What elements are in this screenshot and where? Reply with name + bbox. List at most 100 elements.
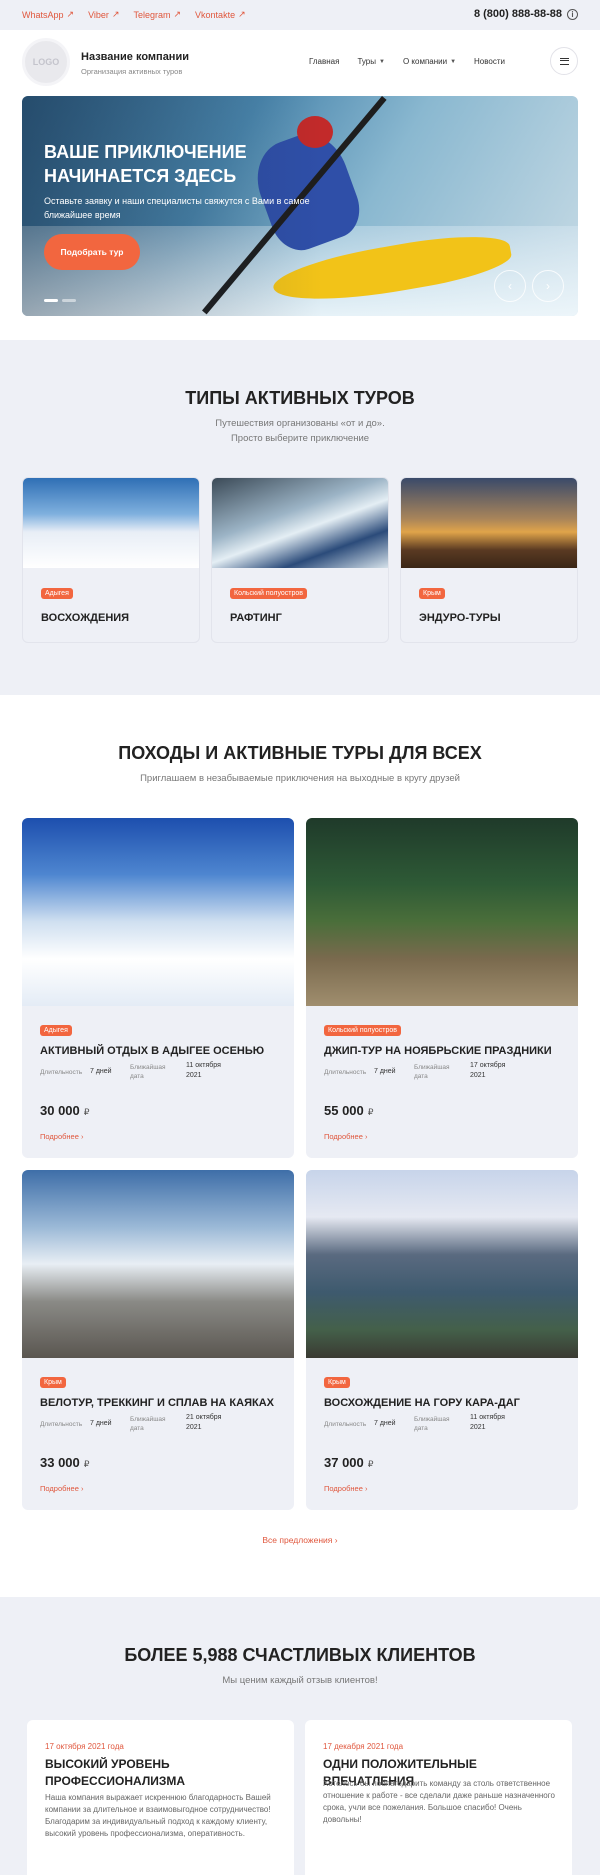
tour-image (306, 818, 578, 1006)
external-arrow-icon: ↗ (173, 9, 182, 19)
type-image-rafting (212, 478, 388, 568)
tour-card[interactable]: Крым ВЕЛОТУР, ТРЕККИНГ И СПЛАВ НА КАЯКАХ… (22, 1170, 294, 1510)
tour-image (306, 1170, 578, 1358)
messenger-links: WhatsApp ↗ Viber ↗ Telegram ↗ Vkontakte ↗ (22, 9, 246, 20)
region-badge: Кольский полуостров (230, 588, 308, 599)
tours-section: ПОХОДЫ И АКТИВНЫЕ ТУРЫ ДЛЯ ВСЕХ Приглаша… (0, 695, 600, 1595)
review-card: 17 декабря 2021 года ОДНИ ПОЛОЖИТЕЛЬНЫЕ … (305, 1720, 572, 1875)
date-value: 17 октября (470, 1062, 506, 1069)
region-badge: Адыгея (40, 1025, 72, 1036)
tour-types-section: ТИПЫ АКТИВНЫХ ТУРОВ Путешествия организо… (0, 340, 600, 695)
external-arrow-icon: ↗ (111, 9, 120, 19)
vkontakte-link[interactable]: Vkontakte ↗ (195, 9, 246, 20)
date-label: Ближайшая (130, 1064, 166, 1071)
date-year: 2021 (186, 1424, 202, 1431)
chevron-right-icon: › (365, 1484, 368, 1493)
type-card-climbing[interactable]: Адыгея ВОСХОЖДЕНИЯ (22, 477, 200, 643)
reviews-title: БОЛЕЕ 5,988 СЧАСТЛИВЫХ КЛИЕНТОВ (124, 1645, 476, 1665)
hamburger-icon (559, 57, 569, 65)
type-image-enduro (401, 478, 577, 568)
slider-dot[interactable] (62, 299, 76, 302)
more-link[interactable]: Подробнее › (40, 1484, 84, 1493)
phone-number[interactable]: 8 (800) 888-88-88 (474, 8, 562, 20)
type-card-rafting[interactable]: Кольский полуостров РАФТИНГ (211, 477, 389, 643)
duration-label: Длительность (324, 1421, 367, 1428)
type-image-climbing (23, 478, 199, 568)
external-arrow-icon: ↗ (238, 9, 246, 19)
reviews-subtitle: Мы ценим каждый отзыв клиентов! (222, 1675, 378, 1686)
telegram-link[interactable]: Telegram ↗ (133, 9, 181, 20)
tour-price: 37 000 ₽ (324, 1455, 374, 1470)
type-name: ЭНДУРО-ТУРЫ (419, 612, 501, 624)
chevron-left-icon: ‹ (508, 279, 512, 293)
info-icon[interactable]: i (567, 9, 578, 20)
tour-name[interactable]: АКТИВНЫЙ ОТДЫХ В АДЫГЕЕ ОСЕНЬЮ (40, 1045, 285, 1057)
main-nav: Главная Туры ▼ О компании ▼ Новости (309, 57, 505, 66)
choose-tour-button[interactable]: Подобрать тур (44, 234, 140, 270)
region-badge: Крым (40, 1377, 66, 1388)
review-text: Хотелось бы поблагодарить команду за сто… (323, 1779, 555, 1824)
viber-link[interactable]: Viber ↗ (88, 9, 119, 20)
chevron-right-icon: › (334, 1535, 338, 1545)
date-label: дата (414, 1073, 428, 1080)
date-label: дата (414, 1425, 428, 1432)
region-badge: Кольский полуостров (324, 1025, 402, 1036)
tour-types-subtitle-1: Путешествия организованы «от и до». (215, 418, 385, 429)
more-link[interactable]: Подробнее › (324, 1484, 368, 1493)
tour-card[interactable]: Кольский полуостров ДЖИП-ТУР НА НОЯБРЬСК… (306, 818, 578, 1158)
duration-label: Длительность (40, 1421, 83, 1428)
date-label: дата (130, 1073, 144, 1080)
chevron-down-icon: ▼ (379, 58, 385, 65)
menu-button[interactable] (550, 47, 578, 75)
tours-title: ПОХОДЫ И АКТИВНЫЕ ТУРЫ ДЛЯ ВСЕХ (118, 743, 482, 763)
nav-item-home[interactable]: Главная (309, 57, 339, 66)
all-offers-link[interactable]: Все предложения › (0, 1535, 600, 1545)
type-card-enduro[interactable]: Крым ЭНДУРО-ТУРЫ (400, 477, 578, 643)
duration-value: 7 дней (90, 1420, 112, 1427)
nav-item-news[interactable]: Новости (474, 57, 505, 66)
duration-value: 7 дней (90, 1068, 112, 1075)
duration-value: 7 дней (374, 1420, 396, 1427)
slider-pagination (44, 299, 76, 302)
slider-next-button[interactable]: › (532, 270, 564, 302)
slider-prev-button[interactable]: ‹ (494, 270, 526, 302)
tour-types-subtitle-2: Просто выберите приключение (230, 433, 370, 444)
more-link[interactable]: Подробнее › (40, 1132, 84, 1141)
tour-image (22, 1170, 294, 1358)
tour-name[interactable]: ДЖИП-ТУР НА НОЯБРЬСКИЕ ПРАЗДНИКИ (324, 1045, 569, 1057)
review-title: ВЫСОКИЙ УРОВЕНЬ ПРОФЕССИОНАЛИЗМА (45, 1757, 186, 1788)
nav-item-tours[interactable]: Туры ▼ (357, 57, 385, 66)
currency-symbol: ₽ (367, 1107, 374, 1117)
nav-item-about[interactable]: О компании ▼ (403, 57, 456, 66)
logo[interactable]: LOGO (22, 38, 70, 86)
review-text: Наша компания выражает искреннюю благода… (45, 1793, 271, 1838)
more-link[interactable]: Подробнее › (324, 1132, 368, 1141)
date-year: 2021 (186, 1072, 202, 1079)
region-badge: Крым (324, 1377, 350, 1388)
tour-types-title: ТИПЫ АКТИВНЫХ ТУРОВ (185, 388, 415, 408)
tour-name[interactable]: ВОСХОЖДЕНИЕ НА ГОРУ КАРА-ДАГ (324, 1397, 569, 1409)
region-badge: Адыгея (41, 588, 73, 599)
whatsapp-link[interactable]: WhatsApp ↗ (22, 9, 74, 20)
region-badge: Крым (419, 588, 445, 599)
date-label: Ближайшая (130, 1416, 166, 1423)
slider-dot[interactable] (44, 299, 58, 302)
date-year: 2021 (470, 1072, 486, 1079)
hero-subtitle: Оставьте заявку и наши специалисты свяжу… (44, 196, 310, 220)
date-value: 11 октября (470, 1414, 505, 1421)
chevron-right-icon: › (81, 1132, 84, 1141)
chevron-right-icon: › (546, 279, 550, 293)
review-date: 17 декабря 2021 года (323, 1742, 404, 1751)
site-header: LOGO Название компании Организация актив… (0, 30, 600, 94)
duration-label: Длительность (40, 1069, 83, 1076)
type-name: ВОСХОЖДЕНИЯ (41, 612, 130, 624)
date-value: 21 октября (186, 1414, 222, 1421)
chevron-right-icon: › (81, 1484, 84, 1493)
currency-symbol: ₽ (367, 1459, 374, 1469)
company-name: Название компании (81, 51, 189, 63)
tour-card[interactable]: Крым ВОСХОЖДЕНИЕ НА ГОРУ КАРА-ДАГ Длител… (306, 1170, 578, 1510)
top-bar: WhatsApp ↗ Viber ↗ Telegram ↗ Vkontakte ↗ 8 … (0, 0, 600, 30)
review-date: 17 октября 2021 года (45, 1742, 124, 1751)
tour-card[interactable]: Адыгея АКТИВНЫЙ ОТДЫХ В АДЫГЕЕ ОСЕНЬЮ Дл… (22, 818, 294, 1158)
tour-name[interactable]: ВЕЛОТУР, ТРЕККИНГ И СПЛАВ НА КАЯКАХ (40, 1397, 285, 1409)
